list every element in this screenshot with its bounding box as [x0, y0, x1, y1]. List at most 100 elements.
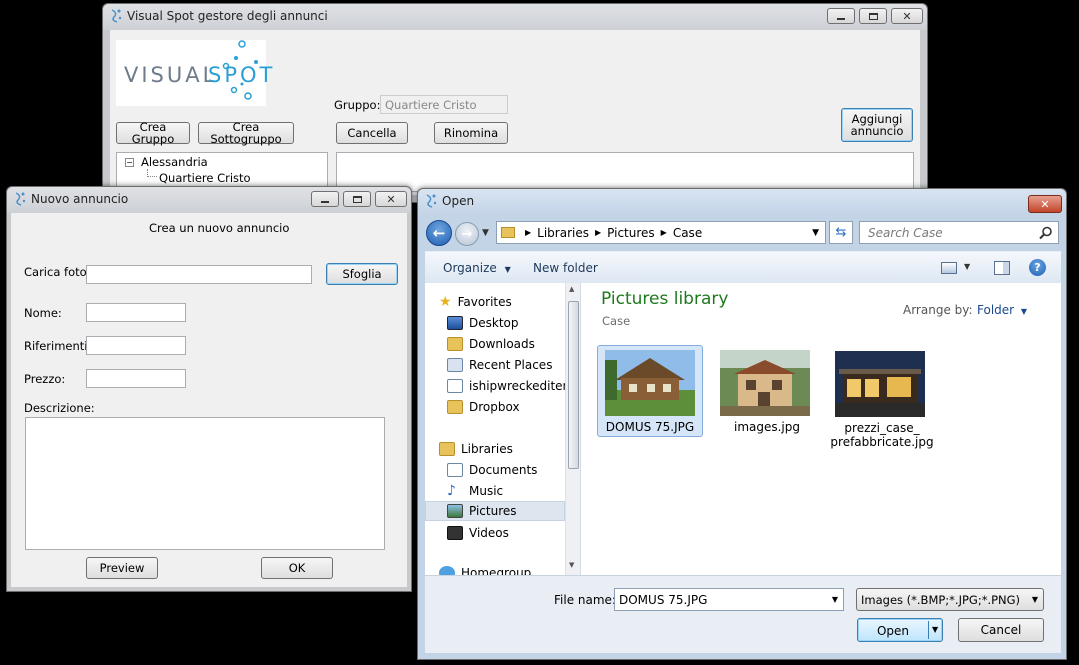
dropbox-folder-icon	[447, 400, 463, 414]
ok-button[interactable]: OK	[261, 557, 333, 579]
file-type-select[interactable]: Images (*.BMP;*.JPG;*.PNG) ▼	[856, 588, 1044, 611]
help-icon[interactable]: ?	[1029, 259, 1046, 276]
scroll-up-icon[interactable]: ▲	[569, 285, 574, 293]
visualspot-logo: VISUAL SPOT	[116, 40, 272, 106]
main-window-titlebar[interactable]: Visual Spot gestore degli annunci ✕	[103, 4, 927, 30]
nav-label: Pictures	[469, 504, 517, 518]
file-item-prezzi[interactable]: prezzi_case_ prefabbricate.jpg	[829, 345, 935, 451]
nav-favorites-header[interactable]: ★ Favorites	[431, 292, 563, 312]
minimize-icon	[837, 18, 845, 20]
library-title: Pictures library	[601, 289, 729, 309]
tree-node-root[interactable]: Alessandria	[141, 155, 208, 169]
nav-scrollbar[interactable]: ▲ ▼	[565, 283, 580, 575]
nav-libraries-header[interactable]: Libraries	[431, 439, 563, 459]
nav-item-documents[interactable]: Documents	[447, 460, 579, 480]
crea-sottogruppo-button[interactable]: Crea Sottogruppo	[198, 121, 294, 145]
organize-menu[interactable]: Organize ▼	[443, 261, 511, 275]
prezzo-label: Prezzo:	[24, 372, 66, 386]
back-button[interactable]: ←	[426, 220, 452, 246]
carica-foto-label: Carica foto	[24, 265, 87, 279]
main-window-client: VISUAL SPOT Gruppo: Quartiere Cristo Agg…	[110, 30, 920, 195]
rinomina-button[interactable]: Rinomina	[434, 122, 508, 144]
nav-label: Downloads	[469, 337, 535, 351]
file-name-combobox[interactable]: DOMUS 75.JPG ▼	[614, 588, 844, 611]
new-folder-button[interactable]: New folder	[533, 261, 598, 275]
aggiungi-annuncio-button[interactable]: Aggiungi annuncio	[841, 108, 913, 142]
back-arrow-icon: ←	[432, 223, 446, 242]
tree-node-child[interactable]: Quartiere Cristo	[159, 171, 251, 185]
nav-homegroup[interactable]: Homegroup	[431, 563, 563, 575]
open-dialog-titlebar[interactable]: Open ✕	[418, 189, 1066, 215]
address-bar[interactable]: ▶ Libraries ▶ Pictures ▶ Case ▼	[496, 221, 826, 244]
logo-text-spot: SPOT	[208, 63, 276, 87]
history-dropdown-icon[interactable]: ▼	[482, 228, 489, 238]
app-icon	[426, 194, 437, 208]
nav-item-music[interactable]: ♪ Music	[447, 481, 579, 501]
minimize-icon	[321, 201, 329, 203]
address-dropdown-icon[interactable]: ▼	[812, 228, 819, 238]
nav-item-videos[interactable]: Videos	[447, 523, 579, 543]
descrizione-textarea[interactable]	[25, 417, 385, 550]
maximize-button[interactable]	[343, 191, 371, 207]
search-icon[interactable]	[1039, 226, 1053, 240]
chevron-down-icon[interactable]: ▼	[932, 625, 938, 634]
open-button-label: Open	[876, 624, 910, 638]
prezzo-field[interactable]	[86, 369, 186, 388]
view-dropdown-icon[interactable]: ▼	[964, 262, 970, 271]
arrange-label: Arrange by:	[903, 303, 973, 317]
preview-button[interactable]: Preview	[86, 557, 158, 579]
scroll-thumb[interactable]	[568, 301, 579, 469]
new-ad-titlebar[interactable]: Nuovo annuncio ✕	[7, 187, 411, 213]
group-field[interactable]: Quartiere Cristo	[380, 95, 508, 114]
downloads-folder-icon	[447, 337, 463, 351]
nav-item-downloads[interactable]: Downloads	[447, 334, 579, 354]
homegroup-icon	[439, 566, 455, 575]
nav-item-dropbox[interactable]: Dropbox	[447, 397, 579, 417]
library-subtitle: Case	[602, 314, 631, 328]
cancel-button[interactable]: Cancel	[958, 618, 1044, 642]
new-ad-title: Nuovo annuncio	[31, 192, 129, 206]
open-button[interactable]: Open ▼	[857, 618, 943, 642]
sfoglia-button[interactable]: Sfoglia	[326, 263, 398, 285]
photo-path-field[interactable]	[86, 265, 312, 284]
scroll-down-icon[interactable]: ▼	[569, 561, 574, 569]
close-button[interactable]: ✕	[375, 191, 407, 207]
tree-collapse-icon[interactable]: −	[125, 158, 134, 167]
file-item-images[interactable]: images.jpg	[714, 345, 820, 437]
breadcrumb-pictures[interactable]: Pictures	[607, 226, 655, 240]
close-button[interactable]: ✕	[1028, 195, 1062, 213]
preview-pane-icon[interactable]	[994, 261, 1010, 275]
file-item-domus[interactable]: DOMUS 75.JPG	[597, 345, 703, 437]
cancella-button[interactable]: Cancella	[336, 122, 408, 144]
app-shortcut-icon	[447, 379, 463, 393]
search-box[interactable]: Search Case	[859, 221, 1059, 244]
navigation-pane: ★ Favorites Desktop Downloads Recent Pla…	[425, 283, 581, 575]
chevron-down-icon[interactable]: ▼	[832, 595, 838, 604]
nav-label: Favorites	[457, 295, 512, 309]
logo-text-visual: VISUAL	[124, 63, 218, 87]
documents-icon	[447, 463, 463, 477]
minimize-button[interactable]	[827, 8, 855, 24]
minimize-button[interactable]	[311, 191, 339, 207]
view-options-icon[interactable]	[941, 262, 957, 274]
refresh-button[interactable]: ⇆	[829, 221, 853, 244]
search-input[interactable]: Search Case	[868, 226, 943, 240]
riferimenti-field[interactable]	[86, 336, 186, 355]
nav-item-ishipwreckediten[interactable]: ishipwreckediten	[447, 376, 579, 396]
close-button[interactable]: ✕	[891, 8, 923, 24]
refresh-icon: ⇆	[835, 225, 847, 240]
nome-field[interactable]	[86, 303, 186, 322]
tree-connector	[147, 169, 157, 177]
nav-item-recent-places[interactable]: Recent Places	[447, 355, 579, 375]
recent-places-icon	[447, 358, 463, 372]
file-name-input[interactable]: DOMUS 75.JPG	[619, 593, 707, 607]
breadcrumb-libraries[interactable]: Libraries	[537, 226, 589, 240]
maximize-button[interactable]	[859, 8, 887, 24]
forward-button[interactable]: →	[455, 222, 479, 246]
breadcrumb-case[interactable]: Case	[673, 226, 702, 240]
nav-item-pictures[interactable]: Pictures	[425, 501, 565, 521]
crea-gruppo-button[interactable]: Crea Gruppo	[116, 121, 190, 145]
arrange-dropdown[interactable]: Folder ▼	[977, 303, 1027, 317]
nav-item-desktop[interactable]: Desktop	[447, 313, 579, 333]
breadcrumb-sep-icon: ▶	[594, 228, 602, 237]
